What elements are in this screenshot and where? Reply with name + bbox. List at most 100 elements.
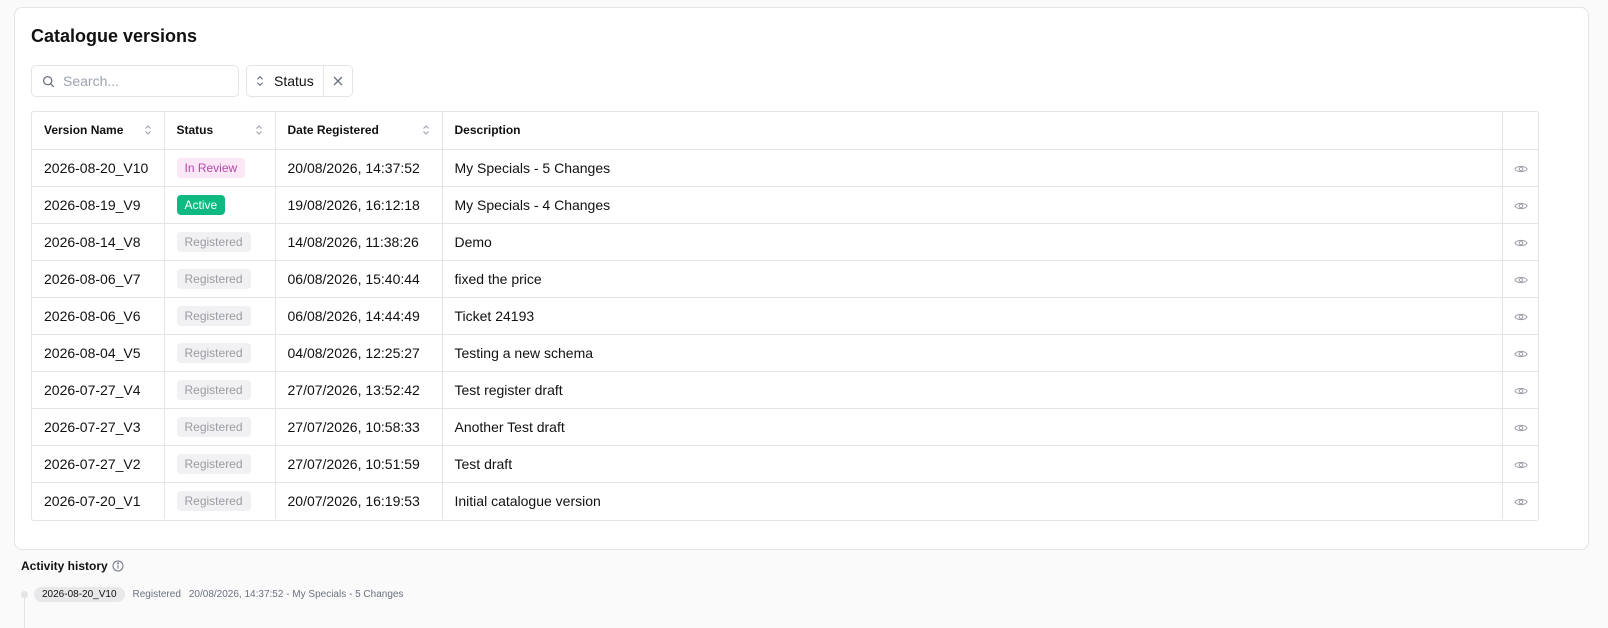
eye-icon[interactable] xyxy=(1514,201,1528,211)
sort-icon[interactable] xyxy=(144,124,152,136)
column-header-status[interactable]: Status xyxy=(164,112,276,150)
cell-status: Registered xyxy=(164,482,276,519)
cell-actions xyxy=(1502,482,1538,519)
search-box[interactable] xyxy=(31,65,239,97)
cell-actions xyxy=(1502,334,1538,372)
status-filter-label: Status xyxy=(274,73,314,89)
table-row[interactable]: 2026-07-27_V3 Registered 27/07/2026, 10:58… xyxy=(32,408,1538,446)
status-badge: Registered xyxy=(176,342,251,363)
column-header-description: Description xyxy=(442,112,1503,150)
cell-description: Test register draft xyxy=(442,371,1503,409)
cell-date-registered: 06/08/2026, 15:40:44 xyxy=(275,260,443,298)
eye-icon[interactable] xyxy=(1514,164,1528,174)
table-toolbar: Status xyxy=(31,65,353,97)
table-row[interactable]: 2026-07-27_V2 Registered 27/07/2026, 10:51… xyxy=(32,445,1538,483)
cell-description: Testing a new schema xyxy=(442,334,1503,372)
eye-icon[interactable] xyxy=(1514,312,1528,322)
catalogue-versions-card: Catalogue versions Status xyxy=(14,7,1589,550)
table-header-row: Version Name Status Date Registered Desc… xyxy=(32,112,1538,150)
cell-description: Another Test draft xyxy=(442,408,1503,446)
column-header-actions xyxy=(1502,112,1538,150)
table-row[interactable]: 2026-08-19_V9 Active 19/08/2026, 16:12:18 M… xyxy=(32,186,1538,224)
status-badge: In Review xyxy=(176,157,246,178)
cell-date-registered: 06/08/2026, 14:44:49 xyxy=(275,297,443,335)
activity-version-chip[interactable]: 2026-08-20_V10 xyxy=(34,587,125,602)
cell-status: Registered xyxy=(164,260,276,298)
cell-actions xyxy=(1502,408,1538,446)
cell-version-name: 2026-08-06_V7 xyxy=(32,260,165,298)
cell-version-name: 2026-07-27_V3 xyxy=(32,408,165,446)
cell-description: fixed the price xyxy=(442,260,1503,298)
eye-icon[interactable] xyxy=(1514,460,1528,470)
cell-actions xyxy=(1502,186,1538,224)
eye-icon[interactable] xyxy=(1514,238,1528,248)
cell-description: Test draft xyxy=(442,445,1503,483)
status-badge: Registered xyxy=(176,379,251,400)
table-row[interactable]: 2026-08-20_V10 In Review 20/08/2026, 14:37… xyxy=(32,149,1538,187)
table-row[interactable]: 2026-07-20_V1 Registered 20/07/2026, 16:19… xyxy=(32,482,1538,519)
clear-filter-button[interactable] xyxy=(322,66,352,96)
activity-status: Registered xyxy=(132,589,181,600)
table-row[interactable]: 2026-08-14_V8 Registered 14/08/2026, 11:38… xyxy=(32,223,1538,261)
eye-icon[interactable] xyxy=(1514,275,1528,285)
status-badge: Registered xyxy=(176,416,251,437)
sort-icon[interactable] xyxy=(422,124,430,136)
eye-icon[interactable] xyxy=(1514,423,1528,433)
cell-date-registered: 27/07/2026, 10:58:33 xyxy=(275,408,443,446)
chevron-up-down-icon xyxy=(257,75,263,87)
table-body: 2026-08-20_V10 In Review 20/08/2026, 14:37… xyxy=(32,149,1538,519)
cell-date-registered: 27/07/2026, 13:52:42 xyxy=(275,371,443,409)
cell-description: My Specials - 5 Changes xyxy=(442,149,1503,187)
search-icon xyxy=(42,75,55,87)
timeline-line xyxy=(24,598,25,628)
cell-date-registered: 20/08/2026, 14:37:52 xyxy=(275,149,443,187)
activity-item: 2026-08-20_V10 Registered 20/08/2026, 14… xyxy=(21,587,403,602)
cell-actions xyxy=(1502,445,1538,483)
cell-date-registered: 14/08/2026, 11:38:26 xyxy=(275,223,443,261)
column-header-version-name[interactable]: Version Name xyxy=(32,112,165,150)
cell-status: In Review xyxy=(164,149,276,187)
status-badge: Registered xyxy=(176,453,251,474)
page-title: Catalogue versions xyxy=(31,26,198,46)
cell-version-name: 2026-08-06_V6 xyxy=(32,297,165,335)
status-filter: Status xyxy=(246,65,353,97)
cell-version-name: 2026-07-20_V1 xyxy=(32,482,165,519)
cell-status: Registered xyxy=(164,445,276,483)
status-badge: Registered xyxy=(176,490,251,511)
eye-icon[interactable] xyxy=(1514,349,1528,359)
cell-status: Active xyxy=(164,186,276,224)
status-badge: Registered xyxy=(176,231,251,252)
eye-icon[interactable] xyxy=(1514,386,1528,396)
status-filter-button[interactable]: Status xyxy=(247,66,323,96)
cell-version-name: 2026-07-27_V2 xyxy=(32,445,165,483)
status-badge: Registered xyxy=(176,305,251,326)
cell-status: Registered xyxy=(164,408,276,446)
column-header-date-registered[interactable]: Date Registered xyxy=(275,112,443,150)
table-row[interactable]: 2026-08-04_V5 Registered 04/08/2026, 12:25… xyxy=(32,334,1538,372)
cell-version-name: 2026-07-27_V4 xyxy=(32,371,165,409)
sort-icon[interactable] xyxy=(255,124,263,136)
cell-version-name: 2026-08-20_V10 xyxy=(32,149,165,187)
cell-date-registered: 20/07/2026, 16:19:53 xyxy=(275,482,443,519)
table-row[interactable]: 2026-08-06_V6 Registered 06/08/2026, 14:44… xyxy=(32,297,1538,335)
info-icon[interactable] xyxy=(112,560,124,572)
cell-status: Registered xyxy=(164,297,276,335)
cell-status: Registered xyxy=(164,334,276,372)
cell-date-registered: 27/07/2026, 10:51:59 xyxy=(275,445,443,483)
cell-version-name: 2026-08-14_V8 xyxy=(32,223,165,261)
cell-description: Demo xyxy=(442,223,1503,261)
cell-actions xyxy=(1502,297,1538,335)
cell-date-registered: 19/08/2026, 16:12:18 xyxy=(275,186,443,224)
activity-detail: 20/08/2026, 14:37:52 - My Specials - 5 C… xyxy=(188,589,404,600)
cell-status: Registered xyxy=(164,223,276,261)
cell-version-name: 2026-08-19_V9 xyxy=(32,186,165,224)
table-row[interactable]: 2026-08-06_V7 Registered 06/08/2026, 15:40… xyxy=(32,260,1538,298)
cell-description: My Specials - 4 Changes xyxy=(442,186,1503,224)
timeline-dot xyxy=(21,591,28,598)
eye-icon[interactable] xyxy=(1514,497,1528,507)
table-row[interactable]: 2026-07-27_V4 Registered 27/07/2026, 13:52… xyxy=(32,371,1538,409)
status-badge: Active xyxy=(176,194,226,215)
search-input[interactable] xyxy=(63,73,233,89)
cell-actions xyxy=(1502,149,1538,187)
versions-table: Version Name Status Date Registered Desc… xyxy=(31,111,1539,521)
